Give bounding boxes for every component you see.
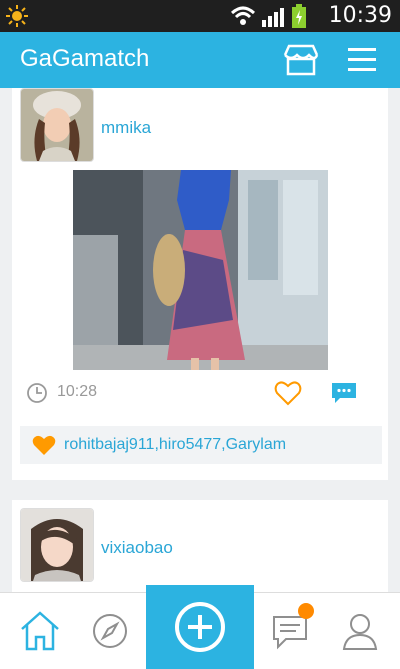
store-icon[interactable] [282, 43, 320, 77]
avatar-image [21, 89, 93, 161]
likers-list[interactable]: rohitbajaj911,hiro5477,Garylam [64, 436, 286, 454]
post-meta: 10:28 [12, 378, 388, 408]
signal-icon [262, 8, 284, 27]
comment-icon[interactable] [330, 381, 358, 405]
heart-filled-icon [32, 435, 56, 455]
post-photo[interactable] [73, 170, 328, 370]
notification-badge [298, 603, 314, 619]
home-icon[interactable] [16, 607, 64, 655]
status-bar: 10:39 [0, 0, 400, 32]
avatar[interactable] [20, 88, 94, 162]
post-card: mmika 10:28 rohitbajaj911,hiro5477,Garyl… [12, 88, 388, 480]
feed[interactable]: mmika 10:28 rohitbajaj911,hiro5477,Garyl… [0, 88, 400, 592]
battery-icon [292, 4, 306, 28]
post-card: vixiaobao [12, 500, 388, 592]
app-bar: GaGamatch [0, 32, 400, 88]
wifi-icon [230, 6, 256, 25]
avatar[interactable] [20, 508, 94, 582]
app-title: GaGamatch [20, 45, 150, 72]
profile-icon[interactable] [336, 607, 384, 655]
add-post-button[interactable] [146, 585, 254, 669]
avatar-image [21, 509, 93, 581]
add-icon [175, 602, 225, 652]
sun-icon [6, 5, 28, 27]
status-icons [230, 4, 306, 28]
post-time: 10:28 [57, 383, 98, 400]
compass-icon[interactable] [86, 607, 134, 655]
likes-bar: rohitbajaj911,hiro5477,Garylam [20, 426, 382, 464]
status-time: 10:39 [328, 3, 392, 28]
bottom-nav [0, 585, 400, 669]
heart-icon[interactable] [274, 380, 302, 406]
username[interactable]: vixiaobao [101, 538, 173, 558]
menu-icon[interactable] [346, 45, 378, 75]
post-photo-image [73, 170, 328, 370]
username[interactable]: mmika [101, 118, 151, 138]
clock-icon [27, 383, 47, 403]
